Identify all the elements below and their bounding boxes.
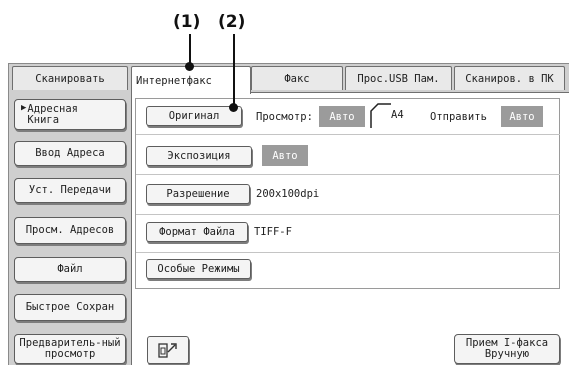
- file-format-button[interactable]: Формат Файла: [146, 222, 248, 242]
- callout-2: (2): [218, 12, 246, 32]
- tab-usb-memory-scan[interactable]: Прос.USB Пам.: [345, 66, 452, 90]
- send-label: Отправить: [430, 111, 487, 123]
- callout-2-leader: [233, 34, 235, 106]
- manual-receive-ifax-button[interactable]: Прием I-факса Вручную: [454, 334, 560, 364]
- address-book-button[interactable]: ▶ Адресная Книга: [14, 99, 126, 130]
- preview-mode-value: Авто: [319, 106, 365, 127]
- callout-1-dot: [185, 62, 194, 71]
- callout-2-dot: [229, 103, 238, 112]
- tab-scan[interactable]: Сканировать: [12, 66, 128, 90]
- exposure-value: Авто: [262, 145, 308, 166]
- original-button[interactable]: Оригинал: [146, 106, 242, 126]
- send-settings-button[interactable]: Уст. Передачи: [14, 178, 126, 203]
- device-icon-button[interactable]: [147, 336, 189, 364]
- arrow-right-icon: ▶: [21, 103, 27, 113]
- callout-1: (1): [173, 12, 201, 32]
- row-divider: [136, 174, 560, 175]
- tab-fax[interactable]: Факс: [251, 66, 343, 90]
- address-book-label: Адресная Книга: [27, 102, 78, 126]
- preview-label: Просмотр:: [256, 111, 313, 123]
- exposure-button[interactable]: Экспозиция: [146, 146, 252, 166]
- row-divider: [136, 214, 560, 215]
- file-format-value: TIFF-F: [254, 226, 292, 238]
- quick-save-button[interactable]: Быстрое Сохран: [14, 294, 126, 321]
- resolution-button[interactable]: Разрешение: [146, 184, 250, 204]
- address-review-button[interactable]: Просм. Адресов: [14, 217, 126, 244]
- resolution-value: 200x100dpi: [256, 188, 320, 200]
- device-icon: [158, 343, 177, 358]
- tab-scan-to-pc[interactable]: Сканиров. в ПК: [454, 66, 565, 90]
- row-divider: [136, 252, 560, 253]
- special-modes-button[interactable]: Особые Режимы: [146, 259, 251, 279]
- preview-button[interactable]: Предваритель-ный просмотр: [14, 334, 126, 364]
- row-divider: [136, 134, 560, 135]
- paper-size-value: A4: [391, 109, 404, 121]
- file-button[interactable]: Файл: [14, 257, 126, 282]
- send-mode-value: Авто: [501, 106, 543, 127]
- address-entry-button[interactable]: Ввод Адреса: [14, 141, 126, 166]
- paper-icon: [370, 103, 391, 128]
